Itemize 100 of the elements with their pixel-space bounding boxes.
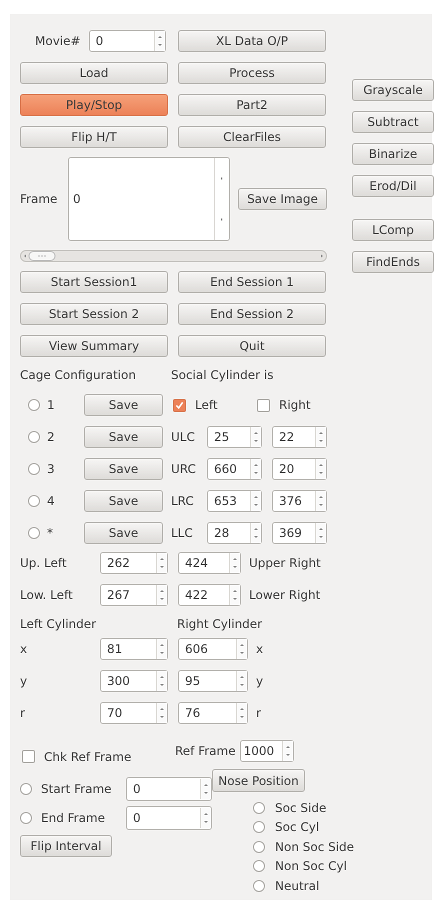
radio-label: End Frame <box>41 810 106 826</box>
save-button[interactable]: Save <box>84 490 163 512</box>
radio-button[interactable] <box>28 495 40 507</box>
button[interactable]: Erod/Dil <box>352 175 434 197</box>
button[interactable]: Flip H/T <box>20 126 168 148</box>
save-button[interactable]: Save <box>84 426 163 448</box>
spin-box[interactable]: 300 <box>100 670 168 692</box>
button[interactable]: Grayscale <box>352 79 434 101</box>
save-button[interactable]: Save <box>84 394 163 416</box>
save-image-button[interactable]: Save Image <box>238 188 327 210</box>
spin-box[interactable]: 424 <box>178 552 241 574</box>
field-label: Lower Right <box>249 587 320 603</box>
spin-box[interactable]: 0 <box>126 777 212 801</box>
spin-box[interactable]: 262 <box>100 552 168 574</box>
save-button[interactable]: Save <box>84 458 163 480</box>
spin-box[interactable]: 22 <box>272 426 327 448</box>
radio-button[interactable] <box>253 840 265 853</box>
radio-button[interactable] <box>28 463 40 475</box>
button[interactable]: Quit <box>178 335 326 357</box>
field-label: y <box>256 673 264 689</box>
spin-box[interactable]: 76 <box>178 702 248 724</box>
radio-button[interactable] <box>28 527 40 539</box>
spin-box[interactable]: 369 <box>272 522 327 544</box>
stepper-icon[interactable] <box>156 639 167 659</box>
horizontal-scrollbar[interactable] <box>20 250 327 262</box>
corner-label: ULC <box>171 429 196 445</box>
radio-button[interactable] <box>28 431 40 443</box>
corner-label: LRC <box>171 493 195 509</box>
stepper-icon[interactable] <box>156 585 167 605</box>
stepper-icon[interactable] <box>250 427 261 447</box>
stepper-icon[interactable] <box>156 671 167 691</box>
checkbox-label: Right <box>279 397 311 413</box>
button[interactable]: Start Session 2 <box>20 303 168 325</box>
button[interactable]: ClearFiles <box>178 126 326 148</box>
radio-button[interactable] <box>20 783 32 795</box>
spin-box[interactable]: 28 <box>207 522 262 544</box>
field-label: r <box>256 705 261 721</box>
stepper-icon[interactable] <box>229 553 240 573</box>
radio-button[interactable] <box>253 821 265 834</box>
stepper-icon[interactable] <box>200 779 211 799</box>
stepper-icon[interactable] <box>154 31 165 51</box>
button[interactable]: Play/Stop <box>20 94 168 116</box>
button[interactable]: End Session 1 <box>178 271 326 293</box>
checkbox[interactable] <box>173 398 186 412</box>
button[interactable]: End Session 2 <box>178 303 326 325</box>
button[interactable]: Subtract <box>352 111 434 133</box>
nose-position-button[interactable]: Nose Position <box>212 769 305 792</box>
stepper-icon[interactable] <box>250 491 261 511</box>
field-label: Low. Left <box>20 587 74 603</box>
spin-box[interactable]: 606 <box>178 638 248 660</box>
spin-box[interactable]: 0 <box>88 30 166 52</box>
checkbox[interactable] <box>22 750 35 763</box>
stepper-icon[interactable] <box>156 553 167 573</box>
button[interactable]: Part2 <box>178 94 326 116</box>
stepper-icon[interactable] <box>236 639 247 659</box>
stepper-icon[interactable] <box>315 491 326 511</box>
button[interactable]: Process <box>178 62 326 84</box>
spin-box[interactable]: 376 <box>272 490 327 512</box>
spin-box[interactable]: 81 <box>100 638 168 660</box>
spin-box[interactable]: 653 <box>207 490 262 512</box>
stepper-icon[interactable] <box>315 459 326 479</box>
stepper-icon[interactable] <box>200 808 211 828</box>
button[interactable]: LComp <box>352 219 434 241</box>
spin-box[interactable]: 95 <box>178 670 248 692</box>
flip-interval-button[interactable]: Flip Interval <box>20 835 112 857</box>
spin-box[interactable]: 20 <box>272 458 327 480</box>
button[interactable]: Load <box>20 62 168 84</box>
radio-label: 1 <box>47 397 56 413</box>
stepper-icon[interactable] <box>156 703 167 723</box>
stepper-icon[interactable] <box>229 585 240 605</box>
stepper-icon[interactable] <box>282 740 293 760</box>
checkbox[interactable] <box>257 398 270 412</box>
spin-box[interactable]: 267 <box>100 584 168 606</box>
save-button[interactable]: Save <box>84 522 163 544</box>
radio-button[interactable] <box>253 802 265 814</box>
button[interactable]: XL Data O/P <box>178 30 326 52</box>
stepper-icon[interactable] <box>315 523 326 543</box>
spin-box[interactable]: 0 <box>126 806 212 830</box>
button[interactable]: Start Session1 <box>20 271 168 293</box>
radio-button[interactable] <box>253 860 265 872</box>
button[interactable]: Binarize <box>352 143 434 165</box>
spin-box[interactable]: 70 <box>100 702 168 724</box>
stepper-icon[interactable] <box>250 459 261 479</box>
spin-box[interactable]: 1000 <box>240 740 294 762</box>
stepper-icon[interactable] <box>315 427 326 447</box>
radio-button[interactable] <box>20 812 32 824</box>
spin-box[interactable]: 660 <box>207 458 262 480</box>
field-label: Upper Right <box>249 555 321 571</box>
spin-box[interactable]: 422 <box>178 584 241 606</box>
button[interactable]: View Summary <box>20 335 168 357</box>
radio-button[interactable] <box>253 880 265 892</box>
stepper-icon[interactable] <box>250 523 261 543</box>
radio-button[interactable] <box>28 399 40 411</box>
stepper-icon[interactable] <box>236 671 247 691</box>
button[interactable]: FindEnds <box>352 251 434 273</box>
spin-box[interactable]: 25 <box>207 426 262 448</box>
stepper-icon[interactable] <box>236 703 247 723</box>
radio-label: 3 <box>47 461 56 477</box>
field-label: y <box>20 673 28 689</box>
frame-text-area[interactable]: 0 <box>68 157 230 241</box>
